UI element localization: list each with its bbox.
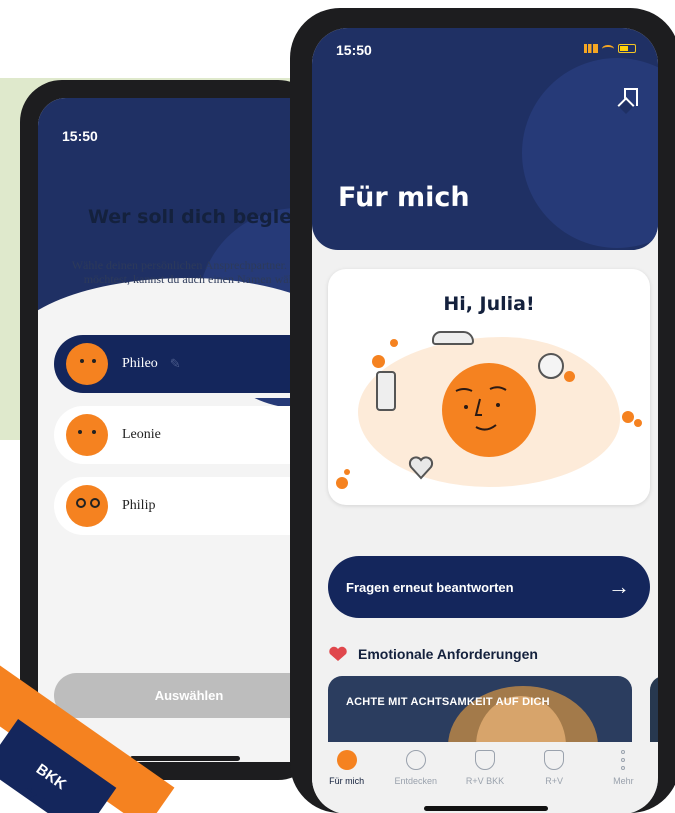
tile-title: ACHTE MIT ACHTSAMKEIT AUF DICH [346,696,550,708]
stage: 15:50 Wer soll dich begleit Wähle deinen… [0,0,675,813]
tab-label: Für mich [329,776,365,786]
wifi-icon [602,44,614,53]
page-title: Für mich [338,182,470,213]
shield-icon [544,750,565,770]
signal-icon [584,44,598,53]
decor-dot [372,355,385,368]
buddy-name: Philip [122,498,156,513]
face-icon [336,750,357,770]
decor-dot [336,477,348,489]
buddy-option-phileo[interactable]: Phileo ✎ [54,335,320,393]
buddy-name: Phileo [122,356,158,371]
tab-label: R+V [545,776,564,786]
tab-label: Entdecken [394,776,438,786]
heart-icon [329,646,347,661]
tab-rv[interactable]: R+V [524,750,584,813]
decor-dot [344,469,350,475]
shield-icon [474,750,495,770]
mascot-face [442,363,536,457]
apple-icon [538,353,564,379]
decor-dot [622,411,634,423]
brand-logo-text: BKK [32,760,70,794]
buddy-name: Leonie [122,427,161,442]
tab-label: R+V BKK [465,776,505,786]
greeting-card[interactable]: Hi, Julia! [328,269,650,505]
phileo-avatar [66,343,108,385]
decor-dot [564,371,575,382]
status-time: 15:50 [336,42,372,58]
tab-fuer-mich[interactable]: Für mich [317,750,377,813]
status-icons [584,44,636,53]
page-header: 15:50 Für mich [312,28,658,250]
tab-entdecken[interactable]: Entdecken [386,750,446,813]
tab-rv-bkk[interactable]: R+V BKK [455,750,515,813]
front-phone: 15:50 Für mich Hi, Julia! Fragen erneut … [290,8,675,813]
tab-bar: Für mich Entdecken R+V BKK R+V Mehr [312,742,658,813]
header-decor [522,58,658,248]
tab-mehr[interactable]: Mehr [593,750,653,813]
home-indicator [424,806,548,811]
greeting-text: Hi, Julia! [443,293,535,315]
section-header: Emotionale Anforderungen [328,646,538,662]
answer-again-label: Fragen erneut beantworten [346,579,514,595]
buddy-title: Wer soll dich begleit [88,206,308,228]
buddy-subtitle: Wähle deinen persönlichen Ansprechpartne… [71,258,320,286]
decor-dot [634,419,642,427]
smartphone-icon [376,371,396,411]
more-icon [621,750,626,770]
status-time: 15:50 [62,128,98,144]
shoe-icon [432,331,474,345]
heart-icon [408,456,434,480]
arrow-right-icon: → [608,574,630,599]
battery-icon [618,44,636,53]
answer-again-button[interactable]: Fragen erneut beantworten → [328,556,650,618]
compass-icon [405,750,426,770]
back-phone-screen: 15:50 Wer soll dich begleit Wähle deinen… [38,98,320,762]
buddy-option-philip[interactable]: Philip [54,477,320,535]
front-phone-screen: 15:50 Für mich Hi, Julia! Fragen erneut … [312,28,658,813]
back-phone: 15:50 Wer soll dich begleit Wähle deinen… [20,80,320,780]
choose-button[interactable]: Auswählen [54,673,320,718]
section-title: Emotionale Anforderungen [358,646,538,662]
home-indicator [130,756,240,761]
tab-label: Mehr [613,776,634,786]
edit-icon[interactable]: ✎ [170,356,181,372]
philip-avatar [66,485,108,527]
buddy-option-leonie[interactable]: Leonie [54,406,320,464]
leonie-avatar [66,414,108,456]
decor-dot [390,339,398,347]
bookmark-icon[interactable] [624,88,638,106]
